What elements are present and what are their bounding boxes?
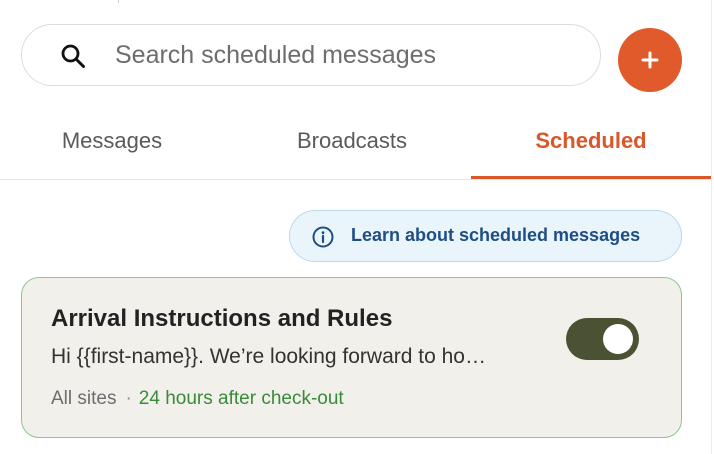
scheduled-messages-panel: Messages Broadcasts Scheduled Learn abou…: [0, 0, 714, 454]
message-meta: All sites · 24 hours after check-out: [51, 388, 344, 410]
tab-bar: Messages Broadcasts Scheduled: [0, 110, 712, 182]
search-icon: [61, 44, 85, 68]
message-timing: 24 hours after check-out: [138, 388, 344, 409]
scheduled-message-card[interactable]: Arrival Instructions and Rules Hi {{firs…: [21, 277, 682, 438]
divider-tick: [118, 0, 119, 3]
message-preview: Hi {{first-name}}. We’re looking forward…: [51, 345, 486, 368]
tab-messages[interactable]: Messages: [0, 128, 232, 154]
tabs-divider: [0, 179, 712, 180]
panel-divider: [711, 0, 712, 454]
message-enabled-toggle[interactable]: [566, 318, 639, 360]
plus-icon: [641, 51, 659, 69]
learn-about-scheduled-link[interactable]: Learn about scheduled messages: [289, 210, 682, 262]
toggle-knob: [603, 324, 633, 354]
active-tab-indicator: [471, 176, 711, 179]
message-title: Arrival Instructions and Rules: [51, 305, 393, 332]
add-scheduled-message-button[interactable]: [618, 28, 682, 92]
search-bar[interactable]: [21, 24, 601, 86]
info-icon: [312, 226, 334, 248]
search-input[interactable]: [115, 35, 585, 75]
tab-scheduled[interactable]: Scheduled: [471, 128, 711, 154]
learn-about-scheduled-label: Learn about scheduled messages: [351, 225, 641, 245]
message-sites: All sites: [51, 388, 117, 409]
meta-separator: ·: [125, 388, 132, 409]
tab-broadcasts[interactable]: Broadcasts: [232, 128, 472, 154]
